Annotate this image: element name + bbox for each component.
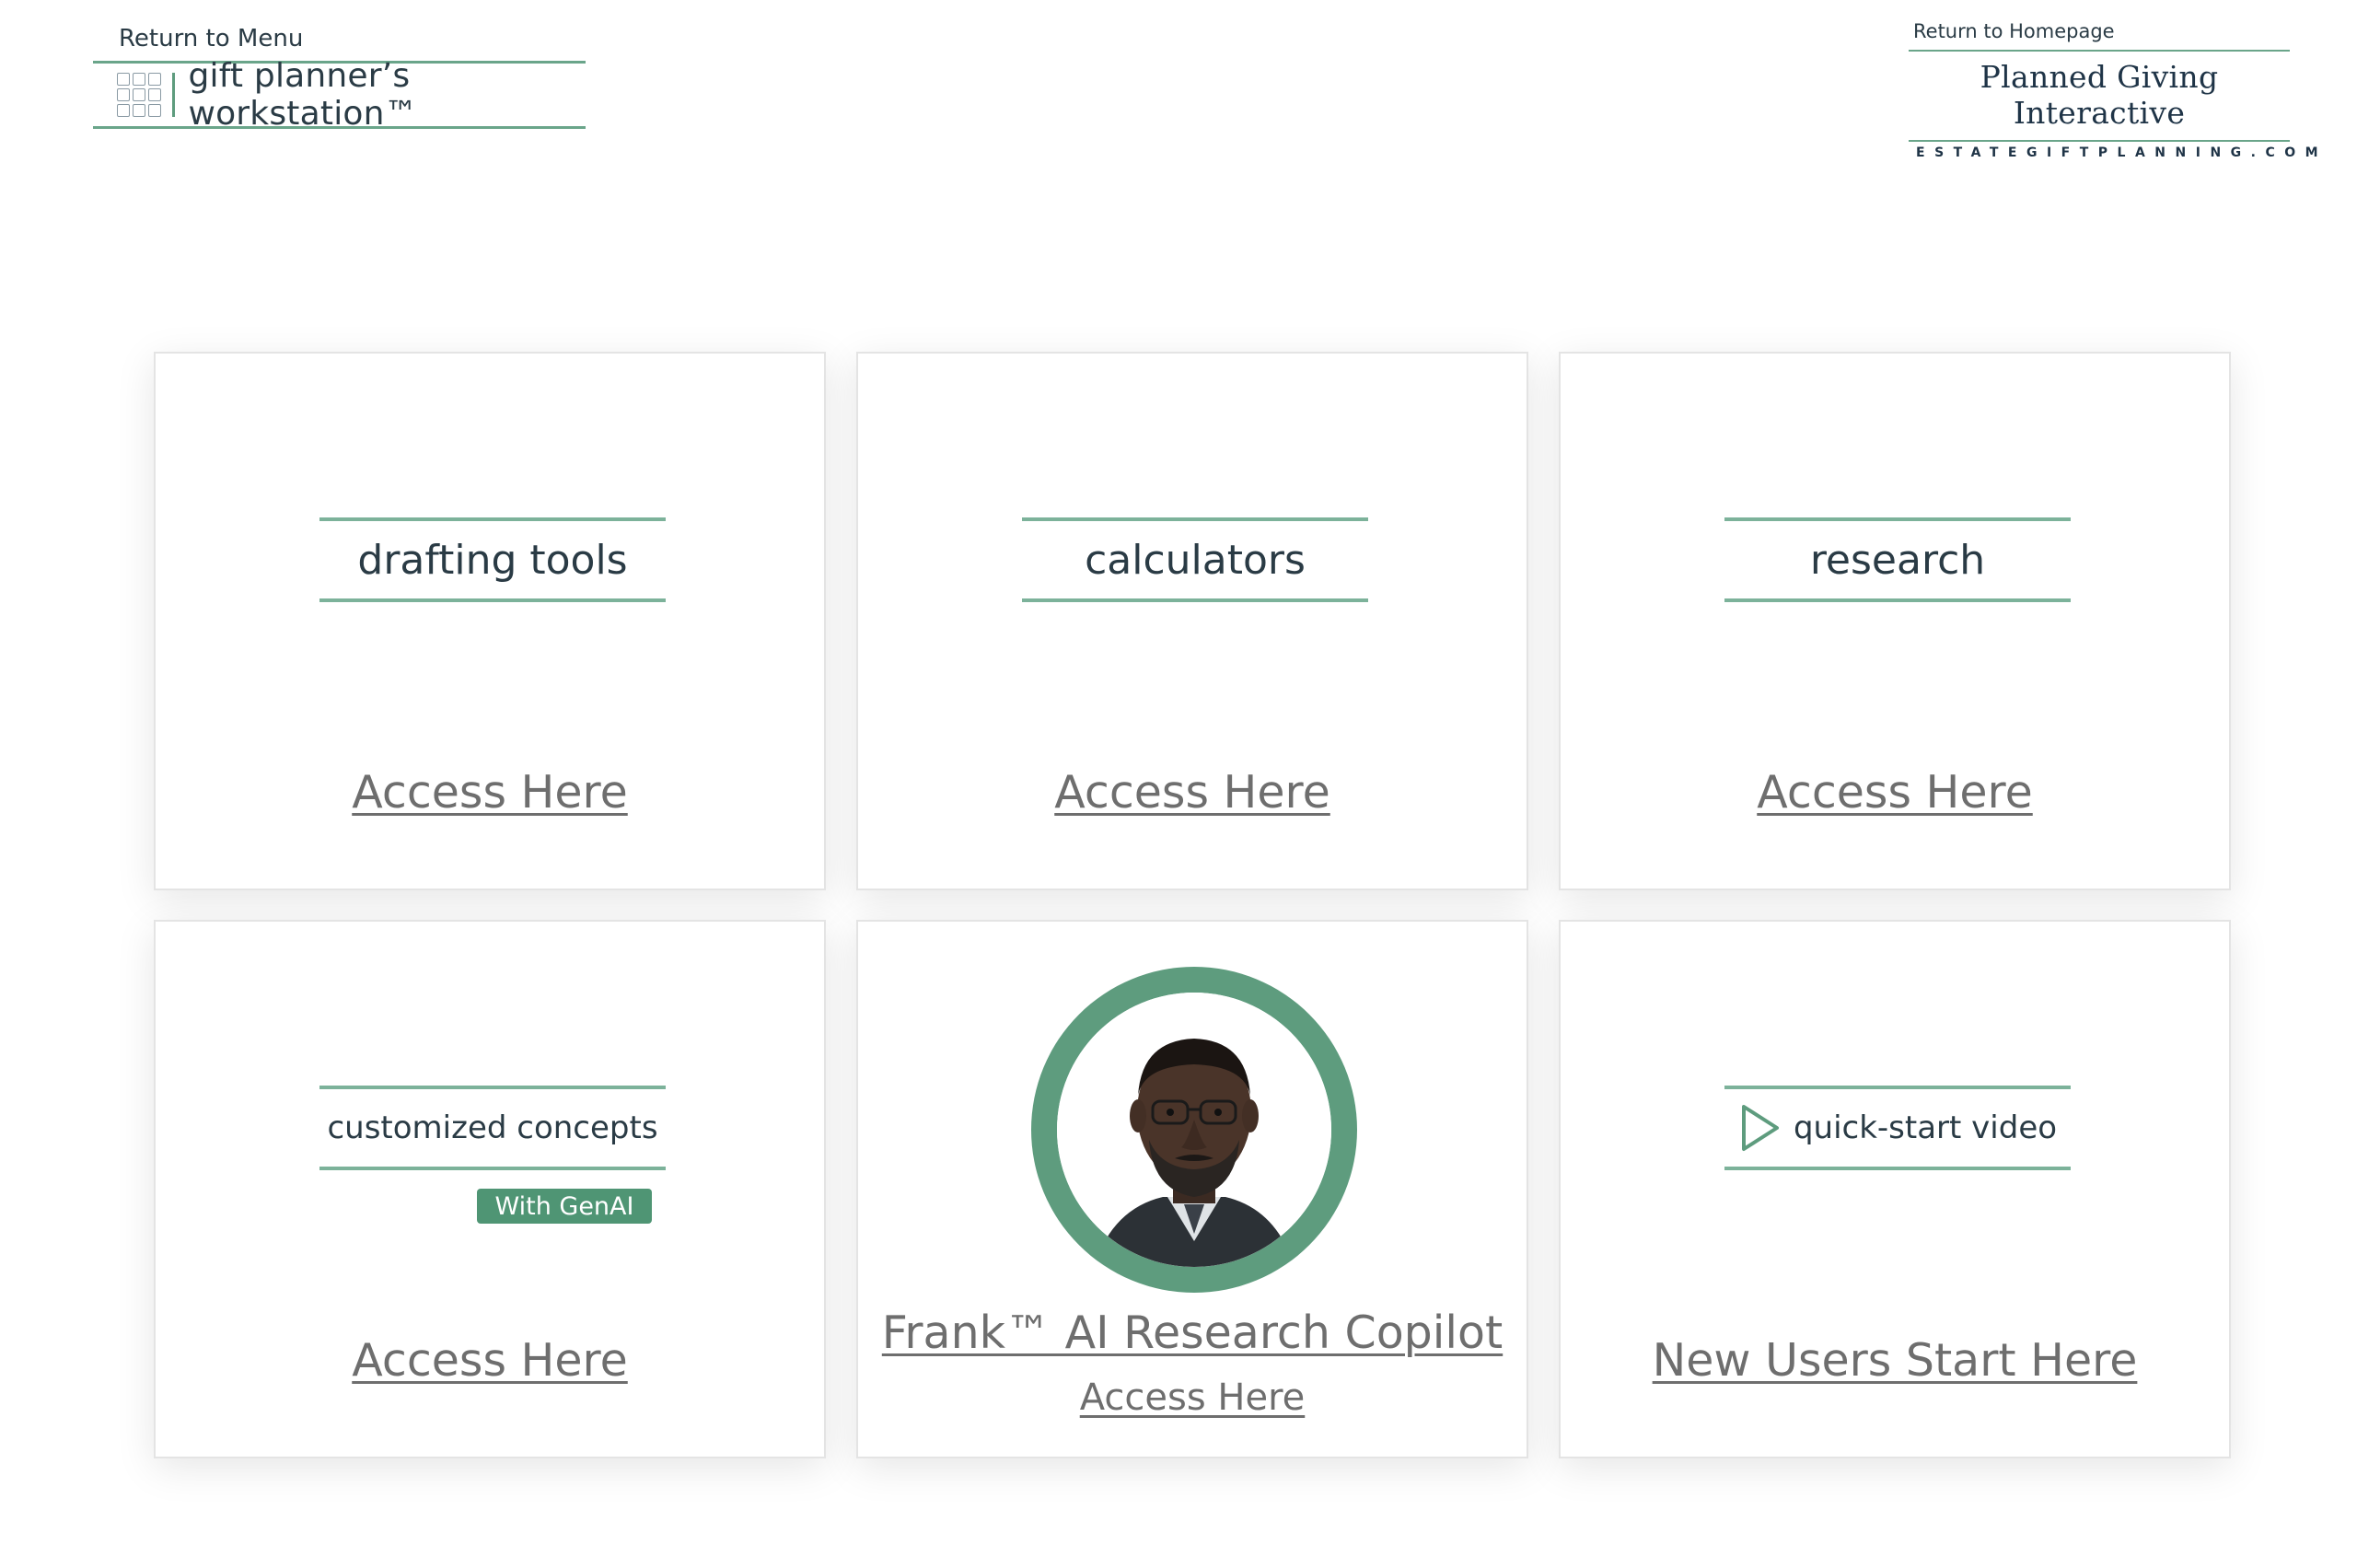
card-frank-ai: Frank™ AI Research Copilot Access Here bbox=[856, 920, 1528, 1458]
card-quick-start-video: quick-start video New Users Start Here bbox=[1559, 920, 2231, 1458]
card-title: research bbox=[1724, 517, 2071, 602]
card-drafting-tools: drafting tools Access Here bbox=[154, 352, 826, 890]
card-title: drafting tools bbox=[319, 517, 666, 602]
customized-concepts-access-link[interactable]: Access Here bbox=[156, 1334, 824, 1387]
return-to-menu-link[interactable]: Return to Menu bbox=[119, 24, 586, 53]
pgi-logo-text[interactable]: Planned Giving Interactive bbox=[1909, 50, 2290, 142]
card-title-box: quick-start video bbox=[1724, 1086, 2071, 1170]
frank-avatar-portrait bbox=[1057, 993, 1331, 1267]
play-icon bbox=[1741, 1105, 1779, 1151]
research-access-link[interactable]: Access Here bbox=[1561, 766, 2229, 819]
workstation-header: Return to Menu gift planner’s workstatio… bbox=[93, 24, 586, 133]
pgi-domain-text: ESTATEGIFTPLANNING.COM bbox=[1916, 145, 2328, 160]
card-title: quick-start video bbox=[1793, 1109, 2058, 1146]
card-title: customized concepts bbox=[319, 1086, 666, 1170]
frank-copilot-link[interactable]: Frank™ AI Research Copilot bbox=[858, 1307, 1527, 1359]
frank-avatar-ring[interactable] bbox=[1031, 967, 1357, 1293]
frank-avatar-icon bbox=[1057, 993, 1331, 1267]
drafting-tools-access-link[interactable]: Access Here bbox=[156, 766, 824, 819]
page: Return to Menu gift planner’s workstatio… bbox=[0, 0, 2357, 1568]
card-customized-concepts: customized concepts With GenAI Access He… bbox=[154, 920, 826, 1458]
return-to-homepage-link[interactable]: Return to Homepage bbox=[1913, 18, 2290, 44]
workstation-brand-name: gift planner’s workstation™ bbox=[188, 57, 418, 133]
grid-logo-icon bbox=[117, 73, 161, 117]
pgi-header: Return to Homepage Planned Giving Intera… bbox=[1909, 18, 2328, 160]
new-users-start-link[interactable]: New Users Start Here bbox=[1561, 1334, 2229, 1387]
card-title: calculators bbox=[1022, 517, 1368, 602]
card-research: research Access Here bbox=[1559, 352, 2231, 890]
card-calculators: calculators Access Here bbox=[856, 352, 1528, 890]
calculators-access-link[interactable]: Access Here bbox=[858, 766, 1527, 819]
genai-badge: With GenAI bbox=[477, 1189, 652, 1224]
frank-access-link[interactable]: Access Here bbox=[858, 1376, 1527, 1419]
brand-divider bbox=[172, 73, 176, 117]
workstation-brand[interactable]: gift planner’s workstation™ bbox=[93, 57, 586, 133]
